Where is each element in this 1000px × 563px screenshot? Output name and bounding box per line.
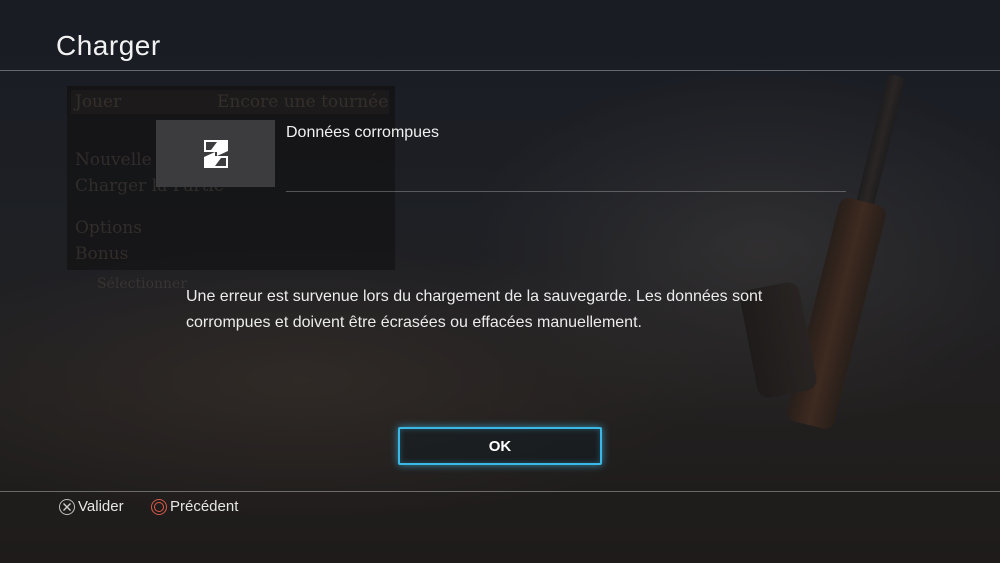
item-divider	[286, 191, 846, 192]
corrupted-data-icon	[203, 139, 228, 168]
error-message: Une erreur est survenue lors du chargeme…	[186, 288, 763, 331]
item-title: Données corrompues	[286, 124, 439, 141]
ok-button[interactable]: OK	[398, 427, 602, 465]
circle-button-icon	[151, 498, 167, 515]
back-label: Précédent	[170, 498, 239, 515]
page-title: Charger	[56, 30, 161, 61]
save-thumbnail	[156, 120, 275, 187]
confirm-label: Valider	[78, 498, 124, 515]
footer-divider	[0, 491, 1000, 492]
confirm-hint[interactable]: Valider	[59, 498, 124, 515]
header-divider	[0, 70, 1000, 71]
cross-button-icon	[59, 498, 75, 515]
back-hint[interactable]: Précédent	[151, 498, 238, 515]
dim-overlay	[0, 0, 1000, 563]
